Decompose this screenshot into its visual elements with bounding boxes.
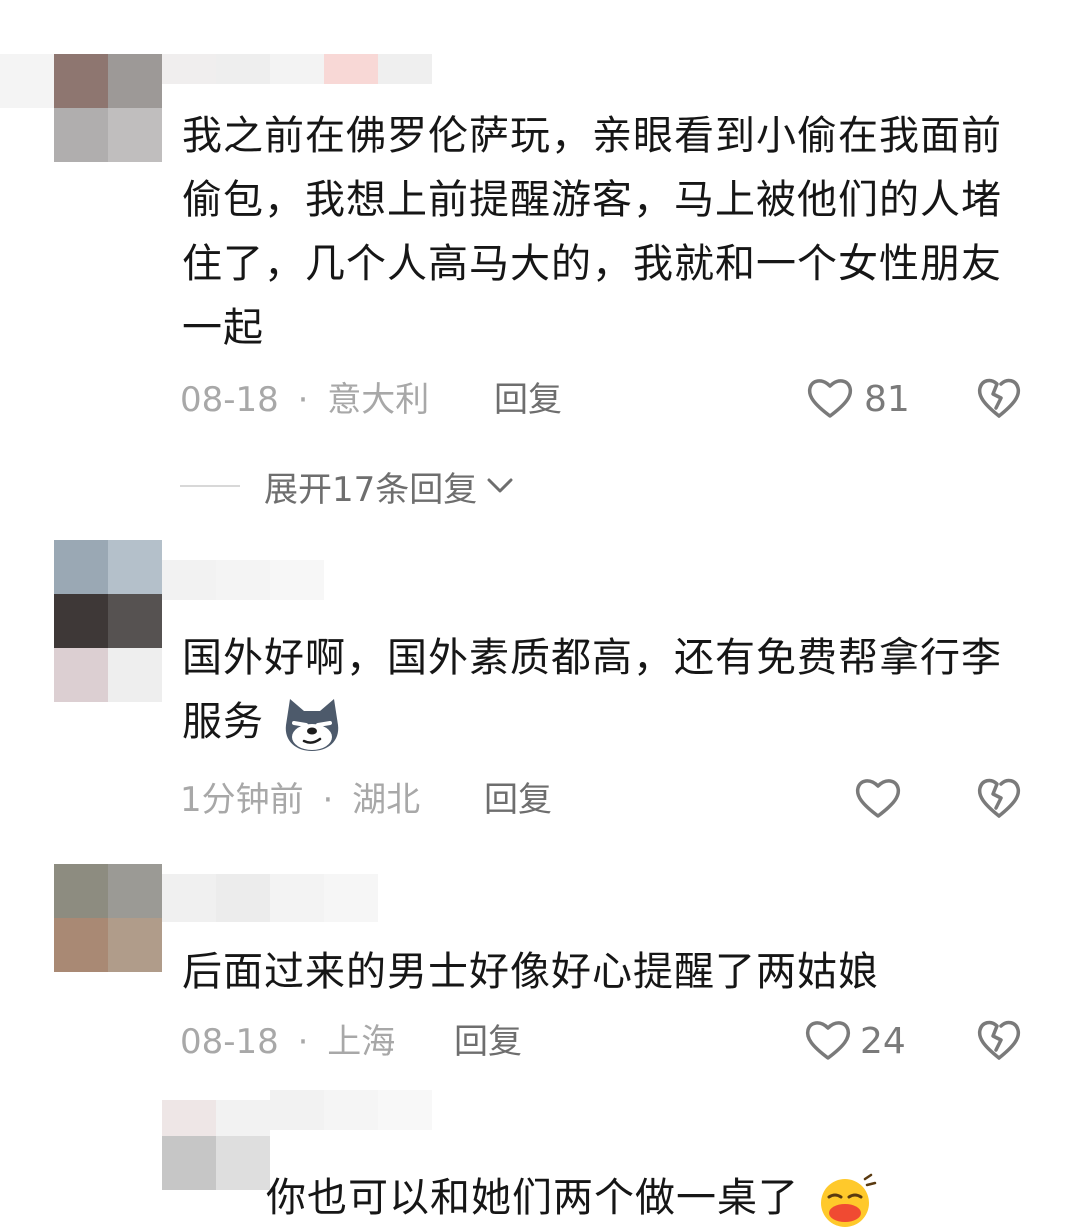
meta-separator: · (322, 780, 334, 820)
comment-text: 后面过来的男士好像好心提醒了两姑娘 (182, 949, 879, 995)
meta-separator: · (297, 1022, 309, 1062)
reply-button[interactable]: 回复 (454, 1022, 522, 1062)
heart-icon[interactable] (806, 376, 854, 420)
username-blurred[interactable] (162, 54, 432, 84)
username-blurred[interactable] (162, 874, 378, 922)
reply-text-body: 你也可以和她们两个做一桌了 (266, 1175, 799, 1221)
like-count: 24 (860, 1021, 906, 1062)
comment-meta: 08-18 · 上海 (180, 1022, 395, 1062)
reply-text: 你也可以和她们两个做一桌了 (266, 1166, 1046, 1230)
heart-icon[interactable] (854, 776, 902, 820)
broken-heart-icon[interactable] (976, 776, 1022, 820)
reply-avatar-blurred[interactable] (162, 1100, 270, 1190)
heart-icon[interactable] (804, 1018, 852, 1062)
broken-heart-icon[interactable] (976, 1018, 1022, 1062)
comment-meta: 08-18 · 意大利 (180, 380, 429, 420)
comment-meta: 1分钟前 · 湖北 (180, 780, 420, 820)
username-blurred[interactable] (162, 560, 324, 600)
reply-button[interactable]: 回复 (484, 780, 552, 820)
comment-location: 意大利 (327, 380, 430, 420)
comment-date: 08-18 (180, 380, 279, 420)
dog-smirk-emoji (285, 699, 338, 751)
comment-location: 湖北 (352, 780, 421, 820)
expand-divider (180, 485, 240, 487)
laughing-face-emoji (820, 1173, 876, 1227)
meta-separator: · (297, 380, 309, 420)
comment-text: 我之前在佛罗伦萨玩，亲眼看到小偷在我面前偷包，我想上前提醒游客，马上被他们的人堵… (182, 113, 1002, 351)
avatar-blurred[interactable] (54, 540, 162, 702)
comment-date: 1分钟前 (180, 780, 304, 820)
expand-replies-button[interactable]: 展开17条回复 (180, 464, 515, 510)
like-count: 81 (864, 379, 910, 420)
expand-replies-label: 展开17条回复 (264, 469, 478, 510)
avatar-blurred[interactable] (54, 864, 162, 972)
username-blurred[interactable] (270, 1090, 432, 1130)
broken-heart-icon[interactable] (976, 376, 1022, 420)
comment-text: 国外好啊，国外素质都高，还有免费帮拿行李服务 (182, 626, 1022, 754)
comment-date: 08-18 (180, 1022, 279, 1062)
chevron-down-icon (487, 478, 513, 493)
reply-button[interactable]: 回复 (494, 380, 562, 420)
avatar-blurred[interactable] (54, 54, 162, 162)
comment-location: 上海 (327, 1022, 396, 1062)
blur-patch (0, 54, 54, 108)
